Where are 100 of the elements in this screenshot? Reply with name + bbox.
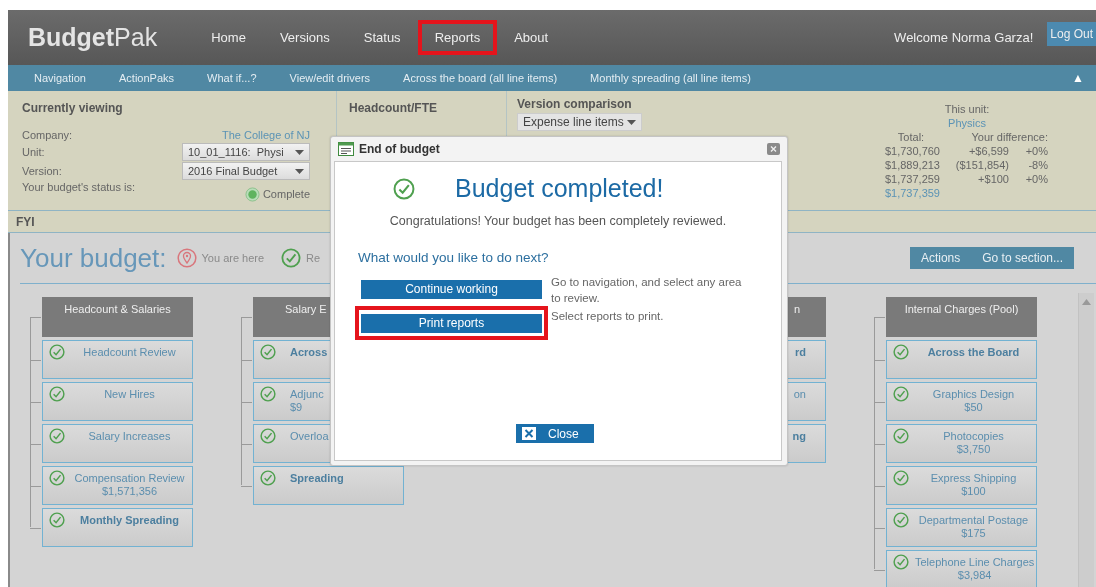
status-value: Complete [262, 188, 310, 200]
card-title: Across [290, 346, 328, 359]
field-label: Your budget's status is: [22, 181, 136, 193]
total-amount: $1,737,259 [883, 173, 941, 187]
window-icon [338, 142, 354, 156]
section-card[interactable]: New Hires [42, 382, 193, 421]
difference-percent: -8% [1027, 159, 1049, 173]
section-title: Headcount/FTE [349, 101, 438, 115]
section-card[interactable]: Telephone Line Charges $3,984 [886, 550, 1037, 587]
nav-link[interactable]: Versions [279, 30, 330, 45]
section-card[interactable]: Monthly Spreading [42, 508, 193, 547]
company-value: The College of NJ [220, 129, 310, 141]
group-header: Headcount & Salaries [42, 297, 193, 337]
difference-amount: +$6,599 [967, 145, 1010, 159]
card-amount: $100 [961, 485, 986, 498]
subnav-link[interactable]: What if...? [207, 72, 257, 84]
unit-dropdown[interactable]: 10_01_1116: Physi [182, 143, 310, 161]
card-amount: $1,571,356 [101, 485, 158, 498]
comparison-dropdown[interactable]: Expense line items [517, 113, 642, 131]
action-button[interactable]: Continue working [361, 279, 542, 299]
total-amount: $1,889,213 [883, 159, 941, 173]
field-label: Unit: [22, 146, 46, 158]
summary-label: This unit: [943, 103, 991, 117]
unit-name: Physics [947, 117, 987, 131]
page-title: Your budget: [20, 242, 167, 274]
dialog-message: Congratulations! Your budget has been completely reviewed. [388, 214, 728, 228]
collapse-button[interactable]: ▲ [1070, 71, 1086, 85]
card-title: on [793, 388, 806, 401]
caret-icon [627, 119, 636, 125]
subnav-link[interactable]: Monthly spreading (all line items) [590, 72, 751, 84]
caret-icon [295, 149, 304, 155]
toolbar-button[interactable]: Go to section... [971, 247, 1074, 269]
section-title: FYI [16, 214, 35, 229]
legend-label: Re [306, 252, 321, 264]
card-title: Salary Increases [88, 430, 171, 443]
card-title: Headcount Review [83, 346, 176, 359]
subnav-link[interactable]: Across the board (all line items) [403, 72, 558, 84]
check-icon [281, 248, 302, 268]
card-amount: $3,984 [957, 569, 992, 582]
logo: BudgetPak [28, 23, 158, 52]
section-card[interactable]: Across the Board [886, 340, 1037, 379]
card-title: Adjunc [290, 388, 324, 401]
close-icon [522, 427, 536, 440]
card-title: rd [795, 346, 806, 359]
card-title: Across the Board [927, 346, 1020, 359]
action-button[interactable]: Print reports [361, 313, 542, 333]
nav-link[interactable]: Status [363, 30, 401, 45]
legend-label: You are here [201, 252, 265, 264]
scrollbar[interactable] [1078, 293, 1094, 587]
card-title: Spreading [290, 472, 344, 485]
dialog-prompt: What would you like to do next? [358, 250, 550, 265]
difference-percent: +0% [1024, 173, 1049, 187]
card-title: New Hires [104, 388, 155, 401]
total-amount: $1,730,760 [883, 145, 941, 159]
toolbar-button[interactable]: Actions [909, 247, 972, 269]
card-amount: $175 [961, 527, 986, 540]
nav-link[interactable]: Home [211, 30, 246, 45]
card-title: Overloa [290, 430, 329, 443]
section-title: Currently viewing [22, 101, 124, 115]
card-title: Photocopies [943, 430, 1004, 443]
welcome-text: Welcome Norma Garza! [894, 30, 1034, 45]
check-icon [393, 177, 415, 200]
subnav-link[interactable]: Navigation [34, 72, 86, 84]
caret-icon [295, 168, 304, 174]
dialog-title: End of budget [359, 142, 440, 156]
section-card[interactable]: Express Shipping $100 [886, 466, 1037, 505]
up-arrow-icon[interactable] [1082, 299, 1091, 305]
section-card[interactable]: Compensation Review $1,571,356 [42, 466, 193, 505]
card-title: Monthly Spreading [80, 514, 179, 527]
dialog-heading: Budget completed! [455, 174, 664, 203]
card-title: Express Shipping [930, 472, 1017, 485]
section-title: Version comparison [517, 97, 633, 111]
location-pin-icon [176, 248, 197, 268]
card-title: Compensation Review [74, 472, 185, 485]
close-icon[interactable] [767, 143, 780, 155]
card-amount: $50 [964, 401, 983, 414]
action-description: Select reports to print. [551, 309, 665, 324]
difference-amount: ($151,854) [954, 159, 1010, 173]
card-title: ng [792, 430, 806, 443]
difference-amount: +$100 [977, 173, 1010, 187]
card-title: Departmental Postage [918, 514, 1029, 527]
section-card[interactable]: Graphics Design $50 [886, 382, 1037, 421]
field-label: Version: [22, 165, 63, 177]
column-label: Your difference: [970, 131, 1049, 145]
section-card[interactable]: Headcount Review [42, 340, 193, 379]
section-card[interactable]: Departmental Postage $175 [886, 508, 1037, 547]
section-card[interactable]: Spreading [253, 466, 404, 505]
group-header: Internal Charges (Pool) [886, 297, 1037, 337]
version-dropdown[interactable]: 2016 Final Budget [182, 162, 310, 180]
close-button[interactable]: Close [516, 424, 594, 443]
subnav-link[interactable]: View/edit drivers [289, 72, 371, 84]
section-card[interactable]: Photocopies $3,750 [886, 424, 1037, 463]
nav-link[interactable]: Reports [434, 30, 481, 45]
section-card[interactable]: Salary Increases [42, 424, 193, 463]
nav-link[interactable]: About [514, 30, 549, 45]
difference-percent: +0% [1024, 145, 1049, 159]
subnav-link[interactable]: ActionPaks [119, 72, 174, 84]
total-amount: $1,737,359 [883, 187, 941, 201]
logout-button[interactable]: Log Out [1047, 22, 1096, 46]
card-amount: $9 [290, 401, 303, 414]
